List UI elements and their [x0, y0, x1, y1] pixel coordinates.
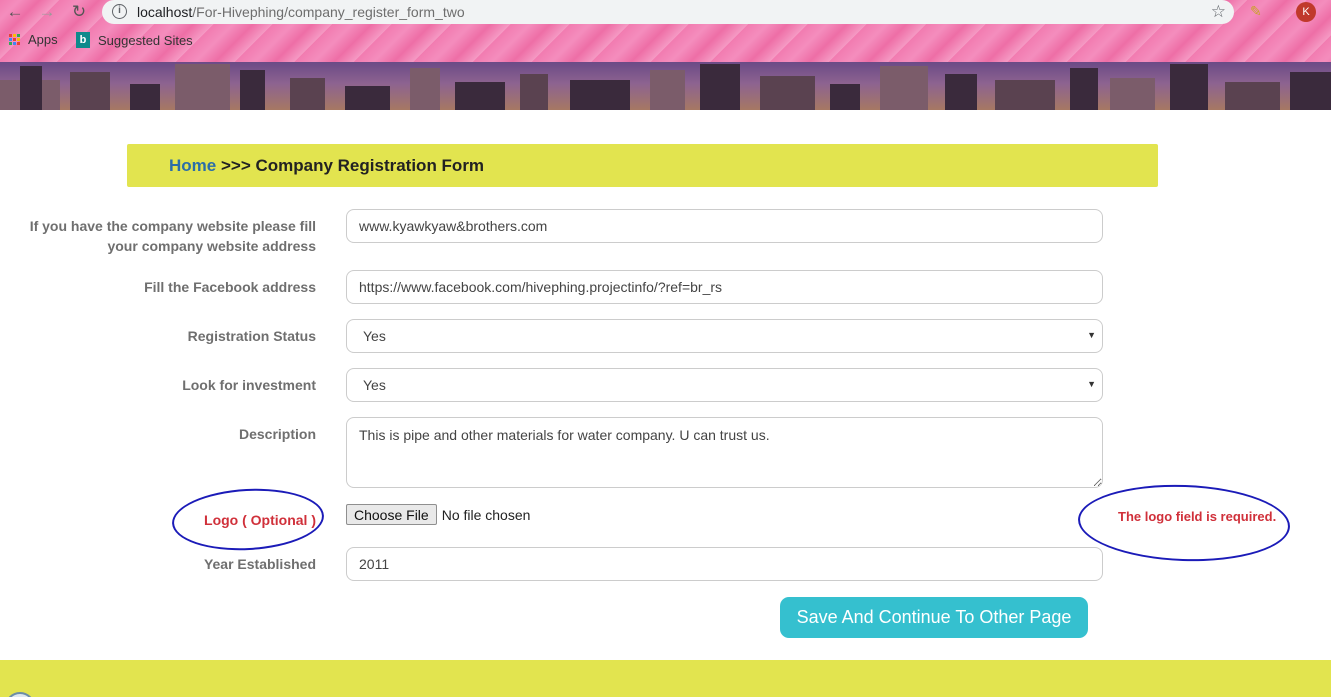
description-label: Description [238, 426, 316, 442]
registration-status-label: Registration Status [187, 328, 316, 344]
year-input[interactable] [346, 547, 1103, 581]
address-bar[interactable]: i localhost/For-Hivephing/company_regist… [102, 0, 1234, 24]
browser-toolbar: ← → ↻ i localhost/For-Hivephing/company_… [0, 0, 1331, 25]
breadcrumb-separator: >>> [216, 156, 256, 175]
annotation-circle-logo-label [170, 485, 326, 554]
choose-file-button[interactable]: Choose File [346, 504, 437, 525]
file-status-text: No file chosen [441, 506, 531, 523]
info-icon[interactable]: i [112, 4, 127, 19]
registration-status-select[interactable]: Yes [346, 319, 1103, 353]
bookmark-apps-label: Apps [28, 32, 58, 47]
facebook-label: Fill the Facebook address [144, 279, 316, 295]
profile-avatar[interactable]: K [1296, 2, 1316, 22]
forward-arrow-icon[interactable]: → [37, 2, 57, 22]
website-label: If you have the company website please f… [30, 216, 316, 256]
city-banner-image [0, 62, 1331, 110]
bookmark-suggested-sites[interactable]: b Suggested Sites [76, 32, 193, 48]
investment-select-wrap: Yes ▼ [346, 368, 1103, 402]
investment-select[interactable]: Yes [346, 368, 1103, 402]
back-arrow-icon[interactable]: ← [5, 2, 25, 22]
apps-grid-icon [9, 34, 20, 45]
bing-icon: b [76, 32, 90, 48]
breadcrumb-current: Company Registration Form [255, 156, 485, 175]
breadcrumb-text: Home >>> Company Registration Form [169, 156, 484, 176]
bookmark-apps[interactable]: Apps [9, 32, 58, 47]
bookmark-star-icon[interactable]: ☆ [1211, 2, 1226, 22]
annotation-circle-error [1076, 481, 1292, 565]
year-label: Year Established [203, 556, 316, 572]
facebook-input[interactable] [346, 270, 1103, 304]
url-path: /For-Hivephing/company_register_form_two [192, 4, 465, 20]
website-label-line2: your company website address [107, 238, 316, 254]
url-host: localhost [137, 4, 193, 20]
footer-circle-icon [5, 692, 35, 697]
reload-icon[interactable]: ↻ [69, 2, 89, 22]
pencil-extension-icon[interactable]: ✎ [1250, 3, 1262, 20]
footer-bar [0, 660, 1331, 697]
website-label-line1: If you have the company website please f… [29, 218, 316, 234]
save-continue-button[interactable]: Save And Continue To Other Page [780, 597, 1088, 638]
investment-label: Look for investment [182, 377, 316, 393]
breadcrumb: Home >>> Company Registration Form [127, 144, 1158, 187]
browser-chrome: ← → ↻ i localhost/For-Hivephing/company_… [0, 0, 1331, 62]
description-textarea[interactable]: This is pipe and other materials for wat… [346, 417, 1103, 488]
url-text: localhost/For-Hivephing/company_register… [137, 4, 465, 20]
registration-status-select-wrap: Yes ▼ [346, 319, 1103, 353]
breadcrumb-home-link[interactable]: Home [169, 156, 216, 175]
logo-file-input: Choose File No file chosen [346, 504, 530, 525]
website-input[interactable] [346, 209, 1103, 243]
bookmark-suggested-label: Suggested Sites [98, 32, 193, 48]
